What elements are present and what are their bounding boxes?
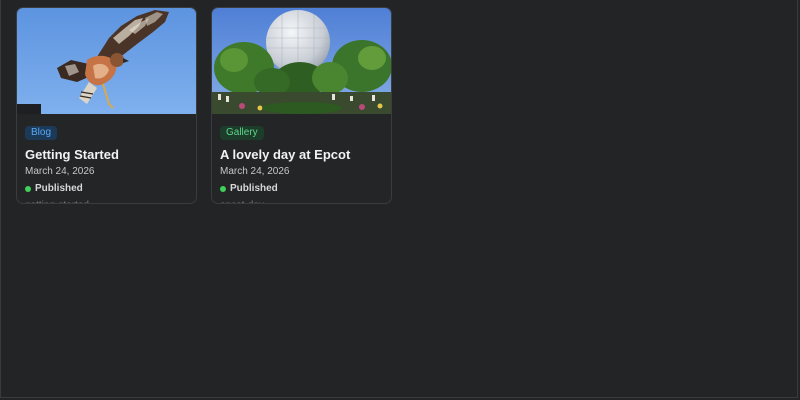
status-label: Published	[230, 183, 278, 194]
published-dot-icon	[220, 186, 226, 192]
category-badge: Gallery	[220, 126, 264, 140]
post-card-epcot-day[interactable]: Gallery A lovely day at Epcot March 24, …	[211, 7, 392, 204]
post-date: March 24, 2026	[220, 166, 290, 177]
status-indicator: Published	[220, 182, 383, 196]
post-title[interactable]: A lovely day at Epcot	[220, 146, 383, 163]
post-thumbnail-epcot	[212, 8, 391, 114]
post-date: March 24, 2026	[25, 166, 95, 177]
status-label: Published	[35, 183, 83, 194]
published-dot-icon	[25, 186, 31, 192]
post-title[interactable]: Getting Started	[25, 146, 188, 163]
post-grid: Blog Getting Started March 24, 2026 Publ…	[16, 7, 392, 204]
category-badge: Blog	[25, 126, 58, 140]
post-slug: epcot-day	[220, 199, 383, 203]
post-card-getting-started[interactable]: Blog Getting Started March 24, 2026 Publ…	[16, 7, 197, 204]
status-indicator: Published	[25, 182, 188, 196]
post-thumbnail-hawk	[17, 8, 196, 114]
post-slug: getting-started	[25, 199, 188, 203]
